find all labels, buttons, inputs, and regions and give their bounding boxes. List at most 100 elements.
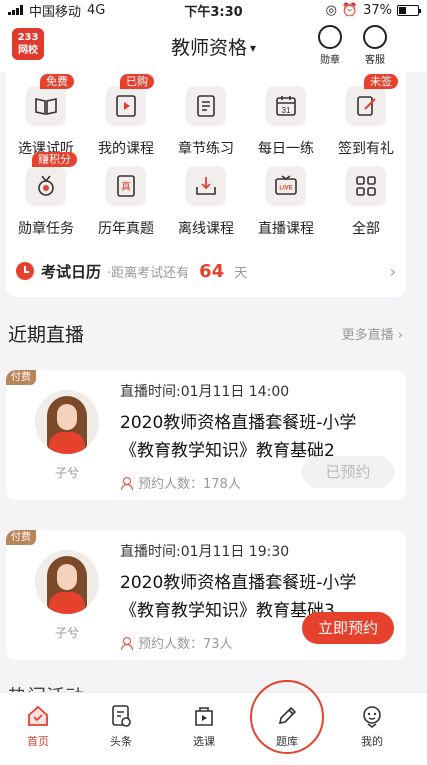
app-header: 233 网校 教师资格 ▾ 勋章 客服 bbox=[0, 20, 427, 72]
grid-item-all[interactable]: 全部 bbox=[326, 166, 406, 238]
battery-percent: 37% bbox=[363, 2, 392, 18]
tab-question-bank[interactable]: 题库 bbox=[257, 703, 317, 749]
medal-icon bbox=[26, 166, 66, 206]
person-icon bbox=[120, 636, 133, 650]
person-icon bbox=[120, 476, 133, 490]
live-tv-icon: LIVE bbox=[266, 166, 306, 206]
paid-badge: 付费 bbox=[6, 370, 36, 385]
reservation-count-text: 预约人数：73人 bbox=[138, 637, 233, 652]
headline-icon bbox=[108, 703, 134, 729]
teacher-info: 子兮 bbox=[32, 390, 102, 481]
profile-icon bbox=[359, 703, 385, 729]
grid-item-check-in[interactable]: 签到有礼 未签 bbox=[326, 74, 406, 158]
network-label: 4G bbox=[87, 2, 106, 18]
live-card[interactable]: 付费 子兮 直播时间:01月11日 14:00 2020教师资格直播套餐班-小学… bbox=[6, 370, 406, 500]
reservation-count: 预约人数：73人 bbox=[120, 633, 233, 652]
reservation-count: 预约人数：178人 bbox=[120, 473, 241, 492]
grid-item-label: 每日一练 bbox=[258, 141, 314, 157]
medal-label: 勋章 bbox=[320, 55, 340, 66]
paid-badge: 付费 bbox=[6, 530, 36, 545]
grid-item-past-exams[interactable]: 真 历年真题 bbox=[86, 166, 166, 238]
purchased-badge: 已购 bbox=[120, 74, 154, 89]
live-time: 直播时间:01月11日 14:00 bbox=[120, 384, 290, 400]
exam-calendar-title: 考试日历 bbox=[41, 262, 102, 281]
teacher-name: 子兮 bbox=[54, 626, 79, 640]
tab-label: 我的 bbox=[361, 735, 383, 748]
grid-item-label: 我的课程 bbox=[98, 141, 154, 157]
tab-home[interactable]: 首页 bbox=[8, 703, 68, 749]
grid-item-chapter-practice[interactable]: 章节练习 bbox=[166, 86, 246, 158]
grid-item-label: 全部 bbox=[352, 221, 380, 237]
tab-label: 题库 bbox=[276, 735, 298, 748]
earn-points-badge: 赚积分 bbox=[32, 152, 77, 167]
document-list-icon bbox=[186, 86, 226, 126]
clock-icon bbox=[16, 262, 34, 280]
status-left: 中国移动 4G bbox=[8, 1, 158, 20]
tab-label: 首页 bbox=[27, 735, 49, 748]
svg-text:31: 31 bbox=[282, 106, 291, 115]
tab-course-select[interactable]: 选课 bbox=[174, 703, 234, 749]
grid-item-label: 直播课程 bbox=[258, 221, 314, 237]
teacher-info: 子兮 bbox=[32, 550, 102, 641]
grid-all-icon bbox=[346, 166, 386, 206]
grid-item-label: 勋章任务 bbox=[18, 221, 74, 237]
bottom-tab-bar: 首页 头条 选课 题库 我的 bbox=[0, 692, 427, 765]
not-signed-badge: 未签 bbox=[364, 74, 398, 89]
medal-button[interactable]: 勋章 bbox=[314, 25, 346, 66]
tab-headlines[interactable]: 头条 bbox=[91, 703, 151, 749]
tab-label: 头条 bbox=[110, 735, 132, 748]
service-label: 客服 bbox=[365, 55, 385, 66]
grid-item-trial-course[interactable]: 选课试听 免费 bbox=[6, 74, 86, 158]
tab-profile[interactable]: 我的 bbox=[342, 703, 402, 749]
lock-rotation-icon: ◎ bbox=[325, 2, 337, 18]
customer-service-button[interactable]: 客服 bbox=[359, 25, 391, 66]
pencil-icon bbox=[274, 703, 300, 729]
more-live-link[interactable]: 更多直播 › bbox=[342, 324, 403, 343]
grid-item-offline-courses[interactable]: 离线课程 bbox=[166, 166, 246, 238]
medal-icon bbox=[318, 25, 342, 49]
logo-text: 网校 bbox=[18, 45, 38, 56]
grid-item-label: 签到有礼 bbox=[338, 141, 394, 157]
live-title-line1: 2020教师资格直播套餐班-小学 bbox=[120, 413, 357, 433]
status-bar: 中国移动 4G 下午3:30 ◎ ⏰ 37% bbox=[0, 0, 427, 20]
sign-in-icon bbox=[346, 86, 386, 126]
live-card[interactable]: 付费 子兮 直播时间:01月11日 19:30 2020教师资格直播套餐班-小学… bbox=[6, 530, 406, 660]
alarm-icon: ⏰ bbox=[341, 2, 359, 18]
teacher-avatar bbox=[35, 390, 99, 454]
headset-icon bbox=[363, 25, 387, 49]
live-title-line1: 2020教师资格直播套餐班-小学 bbox=[120, 573, 357, 593]
app-logo[interactable]: 233 网校 bbox=[12, 28, 44, 60]
exam-countdown-days: 64 bbox=[199, 260, 225, 282]
exam-calendar-row[interactable]: 考试日历 ·距离考试还有 64 天 › bbox=[16, 258, 396, 284]
teacher-name: 子兮 bbox=[54, 466, 79, 480]
grid-item-my-courses[interactable]: 我的课程 已购 bbox=[86, 74, 166, 158]
page-title[interactable]: 教师资格 bbox=[171, 37, 247, 59]
carrier-label: 中国移动 bbox=[29, 4, 82, 20]
exam-countdown-unit: 天 bbox=[234, 265, 248, 281]
book-open-icon bbox=[26, 86, 66, 126]
chevron-down-icon[interactable]: ▾ bbox=[250, 41, 256, 55]
status-right: ◎ ⏰ 37% bbox=[325, 2, 421, 18]
exam-countdown-prefix: ·距离考试还有 bbox=[107, 265, 190, 281]
reserve-now-button[interactable]: 立即预约 bbox=[302, 612, 394, 644]
signal-icon bbox=[8, 5, 23, 15]
grid-item-medal-tasks[interactable]: 勋章任务 赚积分 bbox=[6, 152, 86, 238]
reservation-count-text: 预约人数：178人 bbox=[138, 477, 241, 492]
course-select-icon bbox=[191, 703, 217, 729]
grid-item-live-courses[interactable]: LIVE 直播课程 bbox=[246, 166, 326, 238]
grid-item-label: 历年真题 bbox=[98, 221, 154, 237]
grid-item-label: 章节练习 bbox=[178, 141, 234, 157]
chevron-right-icon[interactable]: › bbox=[390, 262, 396, 281]
live-time: 直播时间:01月11日 19:30 bbox=[120, 544, 290, 560]
recent-live-title: 近期直播 bbox=[8, 324, 85, 346]
grid-item-label: 离线课程 bbox=[178, 221, 234, 237]
teacher-avatar bbox=[35, 550, 99, 614]
free-badge: 免费 bbox=[40, 74, 74, 89]
download-tray-icon bbox=[186, 166, 226, 206]
play-video-icon bbox=[106, 86, 146, 126]
grid-item-daily-practice[interactable]: 31 每日一练 bbox=[246, 86, 326, 158]
reserved-button[interactable]: 已预约 bbox=[302, 456, 394, 488]
tab-label: 选课 bbox=[193, 735, 215, 748]
exam-paper-icon: 真 bbox=[106, 166, 146, 206]
calendar-icon: 31 bbox=[266, 86, 306, 126]
